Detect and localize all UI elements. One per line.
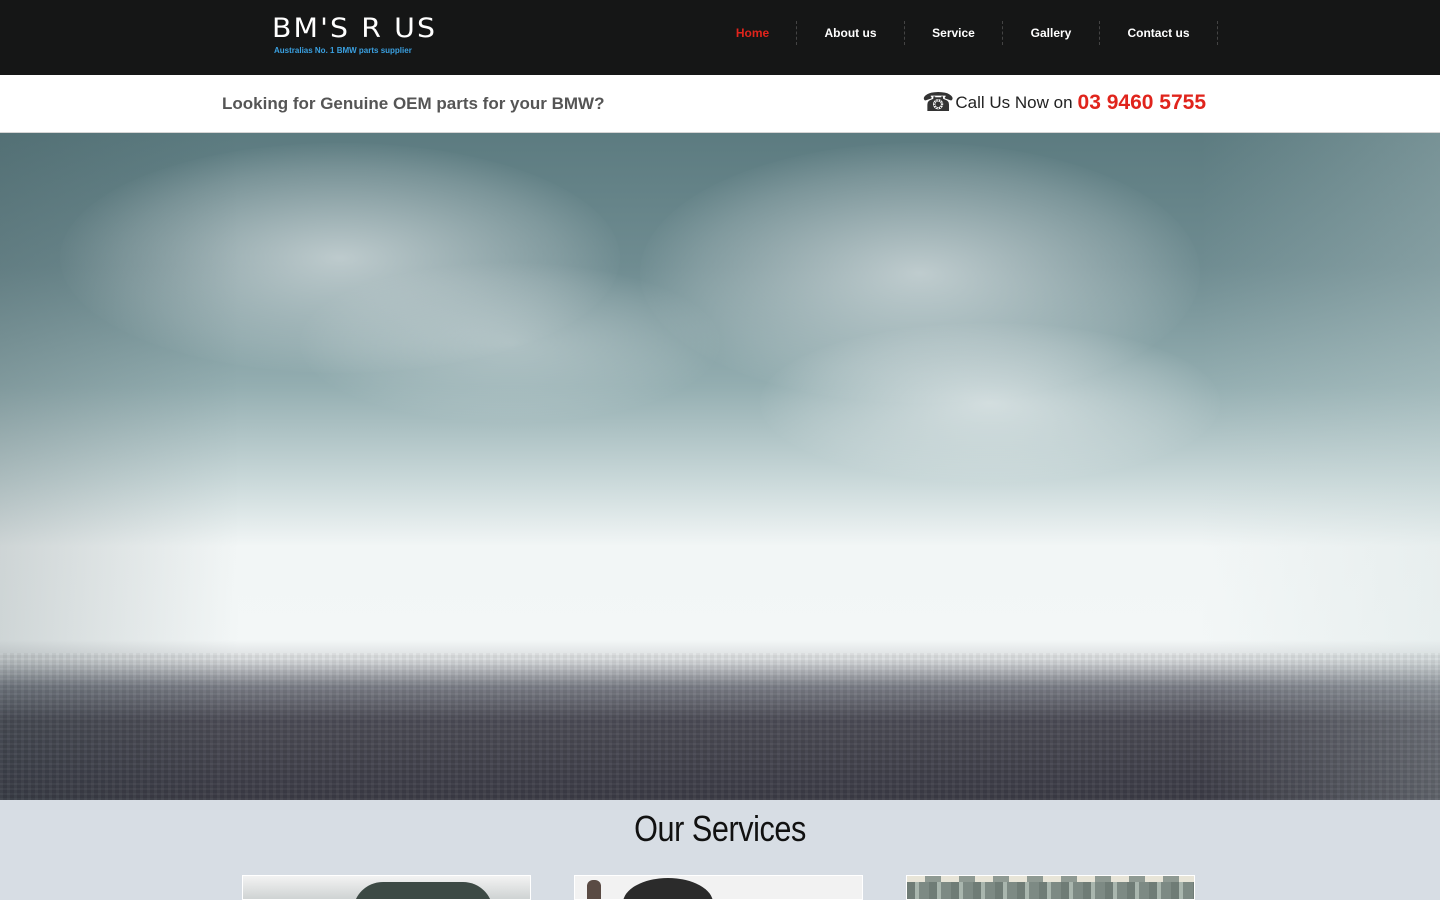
main-nav: Home About us Service Gallery Contact us xyxy=(709,21,1218,45)
hero-cloud xyxy=(760,323,1220,483)
services-heading: Our Services xyxy=(634,808,806,849)
logo-tagline: Australias No. 1 BMW parts supplier xyxy=(274,46,412,55)
phone-number[interactable]: 03 9460 5755 xyxy=(1078,91,1206,115)
mechanic-image xyxy=(587,880,601,899)
call-us-text: Call Us Now on xyxy=(955,93,1073,112)
factory-lights-image xyxy=(907,876,1194,882)
nav-about-us[interactable]: About us xyxy=(797,21,905,45)
site-logo[interactable]: BM'S R US Australias No. 1 BMW parts sup… xyxy=(272,14,435,56)
services-section: Our Services xyxy=(0,800,1440,900)
info-bar: Looking for Genuine OEM parts for your B… xyxy=(0,75,1440,133)
nav-contact-us[interactable]: Contact us xyxy=(1100,21,1218,45)
brake-disc-image xyxy=(623,878,713,899)
service-thumbnail-parts[interactable] xyxy=(574,875,863,900)
service-thumbnail-car[interactable] xyxy=(242,875,531,900)
telephone-icon: ☎ xyxy=(921,87,955,117)
oem-parts-tagline: Looking for Genuine OEM parts for your B… xyxy=(222,94,605,113)
nav-service[interactable]: Service xyxy=(905,21,1003,45)
hero-banner xyxy=(0,133,1440,800)
service-thumbnail-factory[interactable] xyxy=(906,875,1195,900)
nav-home[interactable]: Home xyxy=(709,21,797,45)
hero-cloud xyxy=(300,263,720,423)
hero-asphalt-road xyxy=(0,653,1440,800)
car-image xyxy=(353,882,493,899)
nav-gallery[interactable]: Gallery xyxy=(1003,21,1100,45)
logo-title: BM'S R US xyxy=(272,13,438,44)
call-us-block: ☎ Call Us Now on 03 9460 5755 xyxy=(922,89,1206,115)
top-header: BM'S R US Australias No. 1 BMW parts sup… xyxy=(0,0,1440,75)
